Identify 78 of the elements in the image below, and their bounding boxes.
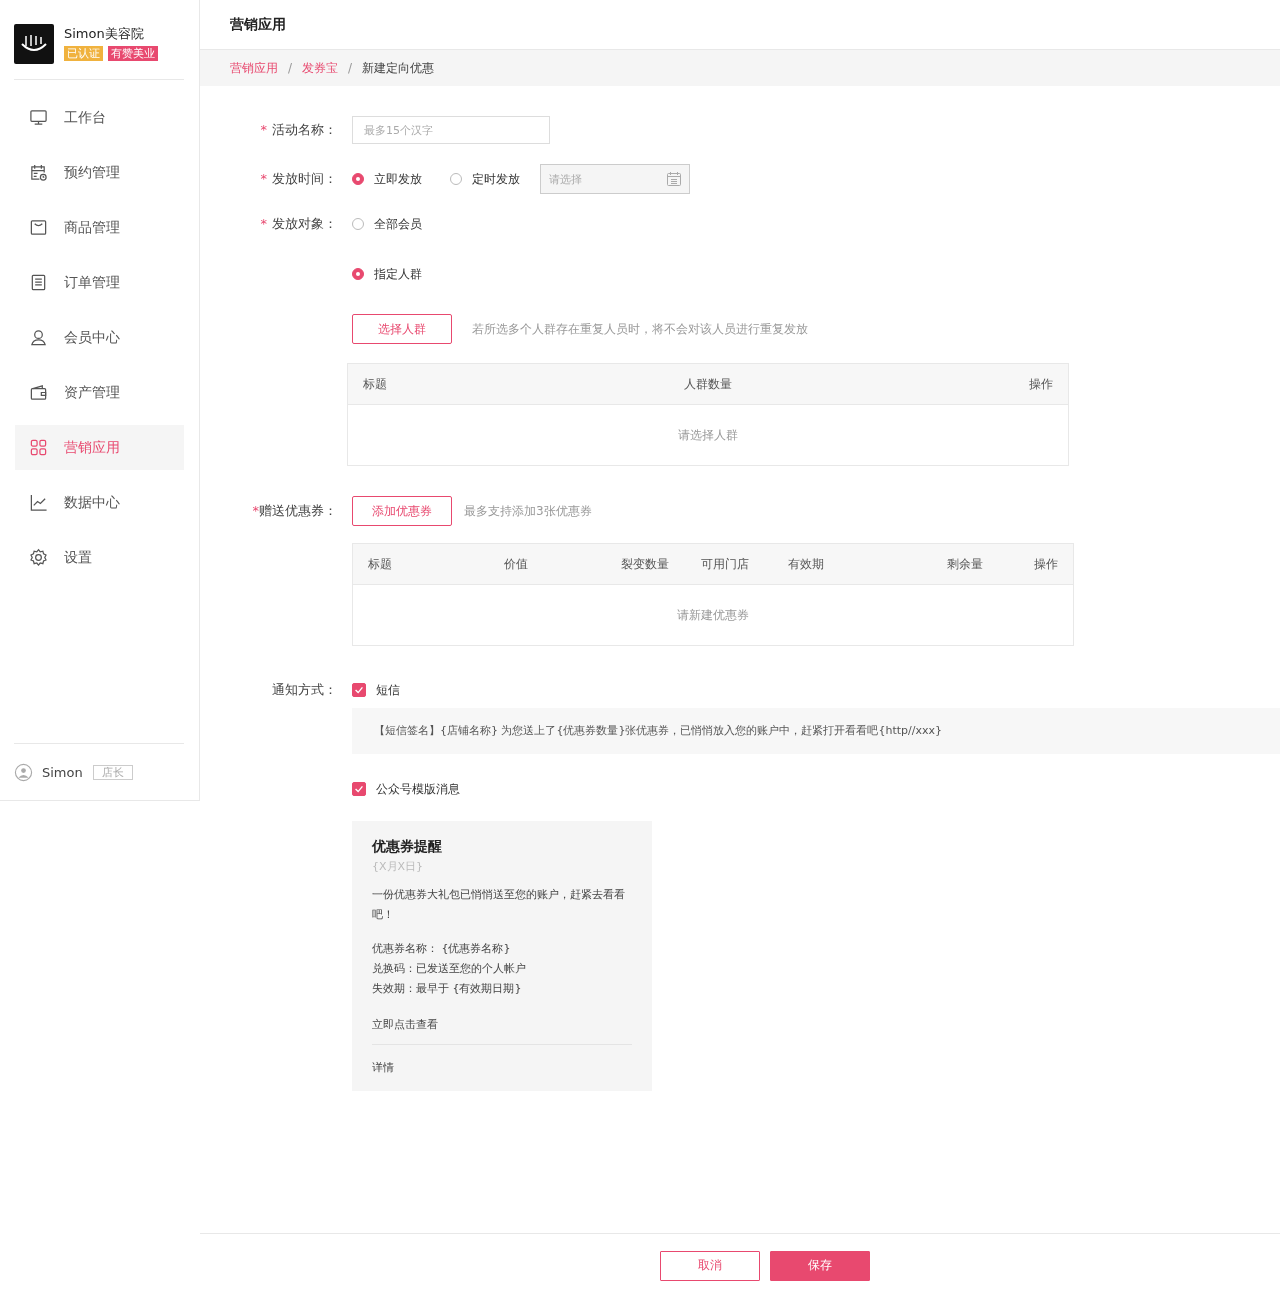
checkbox[interactable] xyxy=(352,782,366,796)
checkbox-option[interactable]: 短信 xyxy=(352,682,1280,698)
field-label: 赠送优惠券： xyxy=(259,503,337,518)
shop-name: Simon美容院 xyxy=(64,25,145,43)
empty-message: 请选择人群 xyxy=(678,426,738,444)
column-header: 剩余量 xyxy=(947,555,984,573)
breadcrumb-separator: / xyxy=(348,61,353,75)
radio-option[interactable]: 全部会员 xyxy=(352,216,780,232)
grid-icon xyxy=(29,438,48,457)
radio-option[interactable]: 指定人群 xyxy=(352,266,780,282)
hint-text: 最多支持添加3张优惠券 xyxy=(464,502,592,520)
field-label: 活动名称： xyxy=(272,122,337,137)
monitor-icon xyxy=(29,108,48,127)
column-header: 裂变数量 xyxy=(621,555,670,573)
check-icon xyxy=(353,684,365,696)
radio-icon[interactable] xyxy=(352,173,364,185)
wallet-icon xyxy=(29,383,48,402)
role-tag: 店长 xyxy=(92,764,133,780)
required-mark: * xyxy=(252,503,259,518)
message-preview: 【短信签名】{店铺名称} 为您送上了{优惠券数量}张优惠券，已悄悄放入您的账户中，赶紧打开看看吧{http//xxx} xyxy=(352,708,1280,754)
bag-icon xyxy=(29,218,48,237)
nav-item[interactable]: 预约管理 xyxy=(15,150,184,195)
radio-icon[interactable] xyxy=(352,268,364,280)
column-header: 有效期 xyxy=(788,555,825,573)
card-text: 一份优惠券大礼包已悄悄送至您的账户，赶紧去看看吧！ xyxy=(372,887,626,923)
column-header: 操作 xyxy=(1028,375,1053,393)
field-label: 发放时间： xyxy=(272,171,337,186)
save-button[interactable]: 保存 xyxy=(770,1250,870,1281)
select-group-button[interactable]: 选择人群 xyxy=(352,314,452,344)
column-header: 可用门店 xyxy=(701,555,750,573)
status-badge: 有赞美业 xyxy=(108,46,158,61)
nav-item[interactable]: 工作台 xyxy=(15,95,184,140)
cancel-button[interactable]: 取消 xyxy=(660,1250,760,1281)
column-header: 操作 xyxy=(1034,555,1058,573)
hint-text: 若所选多个人群存在重复人员时，将不会对该人员进行重复发放 xyxy=(472,320,808,338)
column-header: 标题 xyxy=(368,555,393,573)
person-icon xyxy=(29,328,48,347)
breadcrumb-link[interactable]: 发券宝 xyxy=(302,59,339,77)
logo-icon xyxy=(14,24,54,64)
field-label: 通知方式： xyxy=(272,682,337,697)
card-action[interactable]: 立即点击查看 xyxy=(372,1017,632,1045)
column-header: 价值 xyxy=(504,555,529,573)
required-mark: * xyxy=(260,171,267,186)
card-field: 兑换码：已发送至您的个人帐户 xyxy=(372,959,632,979)
required-mark: * xyxy=(260,216,267,231)
radio-option[interactable]: 立即发放 xyxy=(352,170,422,188)
details-link[interactable]: 详情 xyxy=(372,1060,632,1075)
nav-item[interactable]: 商品管理 xyxy=(15,205,184,250)
document-icon xyxy=(29,273,48,292)
checkbox-option[interactable]: 公众号模版消息 xyxy=(352,781,1280,797)
nav-item[interactable]: 营销应用 xyxy=(15,425,184,470)
breadcrumb-link[interactable]: 营销应用 xyxy=(230,59,278,77)
status-badge: 已认证 xyxy=(64,46,103,61)
check-icon xyxy=(353,783,365,795)
checkbox[interactable] xyxy=(352,683,366,697)
column-header: 人群数量 xyxy=(684,375,732,393)
nav-item[interactable]: 设置 xyxy=(15,535,184,580)
avatar-icon xyxy=(14,762,33,782)
nav-item[interactable]: 订单管理 xyxy=(15,260,184,305)
nav-item[interactable]: 数据中心 xyxy=(15,480,184,525)
calendar-icon xyxy=(29,163,48,182)
user-name: Simon xyxy=(42,764,83,780)
nav-item[interactable]: 会员中心 xyxy=(15,315,184,360)
card-field: 优惠券名称： {优惠券名称} xyxy=(372,939,632,959)
required-mark: * xyxy=(260,122,267,137)
field-label: 发放对象： xyxy=(272,216,337,231)
name-field[interactable]: 最多15个汉字 xyxy=(352,116,550,144)
settings-icon xyxy=(29,548,48,567)
chart-icon xyxy=(29,493,48,512)
empty-message: 请新建优惠券 xyxy=(677,606,749,624)
card-field: 失效期：最早于 {有效期日期} xyxy=(372,979,632,999)
breadcrumb-separator: / xyxy=(288,61,293,75)
column-header: 标题 xyxy=(363,375,388,393)
add-coupon-button[interactable]: 添加优惠券 xyxy=(352,496,452,526)
calendar-icon xyxy=(666,171,682,187)
radio-option[interactable]: 定时发放 xyxy=(450,170,520,188)
nav-item[interactable]: 资产管理 xyxy=(15,370,184,415)
card-title: 优惠券提醒 xyxy=(372,838,443,856)
